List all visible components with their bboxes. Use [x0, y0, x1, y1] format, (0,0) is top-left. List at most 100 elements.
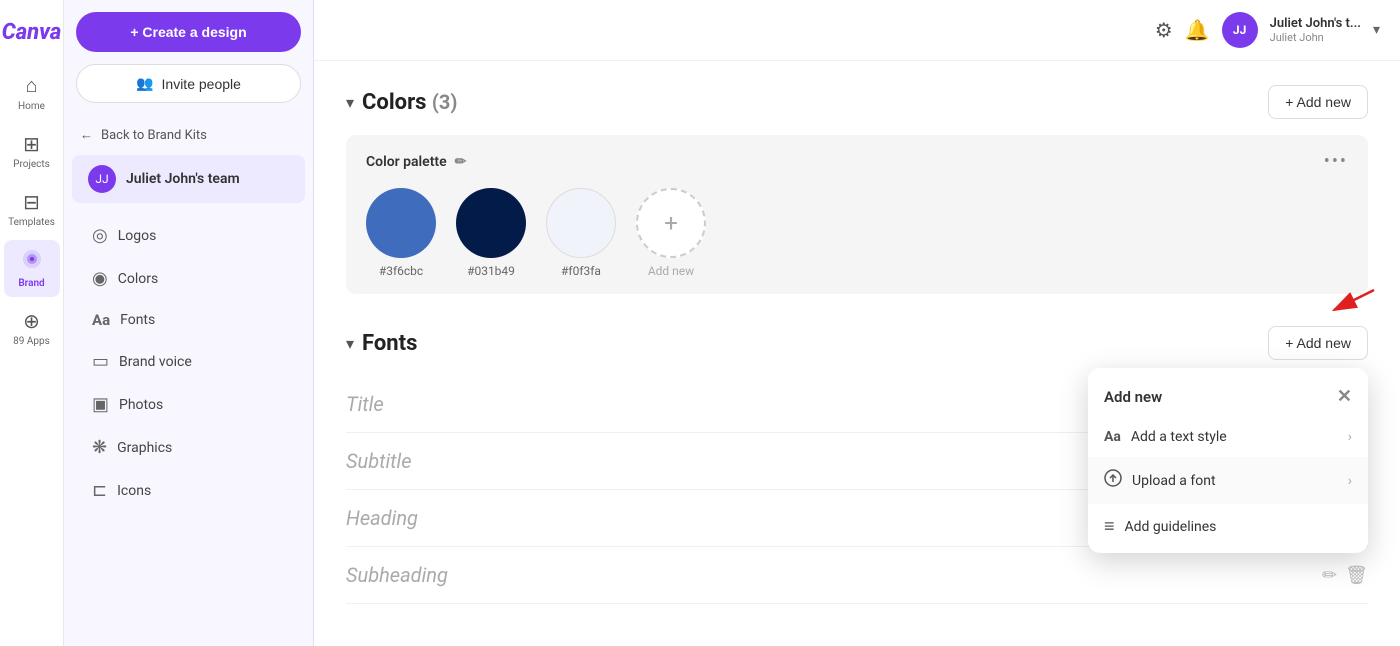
palette-card: Color palette ✏ ••• #3f6cbc #031b49 #f0f… [346, 135, 1368, 294]
fonts-add-new-button[interactable]: + Add new [1268, 326, 1368, 360]
fonts-title-wrap: ▾ Fonts [346, 331, 417, 356]
font-row-subheading: Subheading ✏ 🗑 [346, 547, 1368, 604]
upload-font-label: Upload a font [1132, 473, 1216, 489]
sidebar-item-photos[interactable]: ▣ Photos [72, 384, 305, 425]
swatch-label-3: #f0f3fa [561, 264, 601, 278]
color-swatches: #3f6cbc #031b49 #f0f3fa + Add new [366, 188, 1348, 278]
guidelines-label: Add guidelines [1125, 519, 1217, 535]
brand-icon [21, 248, 43, 275]
dropdown-item-upload-font[interactable]: Upload a font › [1088, 457, 1368, 504]
colors-add-new-button[interactable]: + Add new [1268, 85, 1368, 119]
nav-templates[interactable]: ⊟ Templates [4, 182, 60, 236]
graphics-icon: ❋ [92, 437, 107, 458]
logos-icon: ◎ [92, 225, 108, 246]
icons-icon: ⊏ [92, 480, 107, 501]
swatch-color-3[interactable] [546, 188, 616, 258]
sidebar-item-fonts[interactable]: Aa Fonts [72, 301, 305, 339]
add-new-dropdown: Add new ✕ Aa Add a text style › Upload a… [1088, 368, 1368, 553]
swatch-3: #f0f3fa [546, 188, 616, 278]
team-icon: JJ [88, 165, 116, 193]
user-sub-name: Juliet John [1270, 31, 1361, 44]
nav-apps-label: 89 Apps [13, 336, 50, 347]
upload-font-icon [1104, 469, 1122, 492]
font-subtitle-label: Subtitle [346, 449, 412, 473]
guidelines-icon: ≡ [1104, 516, 1115, 537]
palette-header: Color palette ✏ ••• [366, 151, 1348, 172]
swatch-color-1[interactable] [366, 188, 436, 258]
nav-home[interactable]: ⌂ Home [4, 65, 60, 120]
swatch-label-1: #3f6cbc [379, 264, 423, 278]
fonts-section-title: Fonts [362, 331, 417, 356]
sidebar-item-logos[interactable]: ◎ Logos [72, 215, 305, 256]
fonts-section-header: ▾ Fonts + Add new [346, 326, 1368, 360]
dropdown-header: Add new ✕ [1088, 372, 1368, 417]
back-arrow-icon: ← [80, 127, 93, 143]
brand-voice-icon: ▭ [92, 351, 109, 372]
sidebar-item-brand-voice[interactable]: ▭ Brand voice [72, 341, 305, 382]
colors-icon: ◉ [92, 268, 108, 289]
colors-title-wrap: ▾ Colors (3) [346, 90, 457, 115]
text-style-left: Aa Add a text style [1104, 429, 1227, 445]
user-display-name: Juliet John's t... [1270, 16, 1361, 31]
font-subheading-edit-button[interactable]: ✏ [1322, 565, 1337, 586]
font-subheading-actions: ✏ 🗑 [1322, 565, 1368, 586]
font-title-label: Title [346, 392, 384, 416]
upload-font-chevron: › [1348, 473, 1352, 489]
nav-projects-label: Projects [13, 159, 50, 170]
avatar: JJ [1222, 12, 1258, 48]
guidelines-left: ≡ Add guidelines [1104, 516, 1216, 537]
notifications-icon[interactable]: 🔔 [1185, 18, 1210, 42]
team-item[interactable]: JJ Juliet John's team [72, 155, 305, 203]
palette-menu-button[interactable]: ••• [1324, 151, 1348, 172]
canva-logo: Canva [2, 20, 62, 45]
nav-brand[interactable]: Brand [4, 240, 60, 297]
nav-apps[interactable]: ⊕ 89 Apps [4, 301, 60, 355]
nav-projects[interactable]: ⊞ Projects [4, 124, 60, 178]
team-label: Juliet John's team [126, 171, 240, 187]
dropdown-close-button[interactable]: ✕ [1337, 386, 1352, 407]
text-style-chevron: › [1348, 429, 1352, 445]
swatch-color-2[interactable] [456, 188, 526, 258]
add-swatch-button[interactable]: + [636, 188, 706, 258]
dropdown-item-text-style[interactable]: Aa Add a text style › [1088, 417, 1368, 457]
add-swatch-wrap: + Add new [636, 188, 706, 278]
nav-brand-label: Brand [18, 278, 44, 289]
main-content: ⚙ 🔔 JJ Juliet John's t... Juliet John ▾ … [314, 0, 1400, 646]
settings-icon[interactable]: ⚙ [1155, 18, 1173, 42]
colors-section-header: ▾ Colors (3) + Add new [346, 85, 1368, 119]
colors-collapse-icon[interactable]: ▾ [346, 93, 354, 112]
fonts-icon: Aa [92, 311, 110, 329]
font-subheading-label: Subheading [346, 563, 448, 587]
topbar: ⚙ 🔔 JJ Juliet John's t... Juliet John ▾ [314, 0, 1400, 61]
text-style-label: Add a text style [1131, 429, 1227, 445]
fonts-collapse-icon[interactable]: ▾ [346, 334, 354, 353]
invite-people-button[interactable]: 👥 Invite people [76, 64, 301, 103]
font-heading-label: Heading [346, 506, 418, 530]
user-info: Juliet John's t... Juliet John [1270, 16, 1361, 44]
colors-section-title: Colors (3) [362, 90, 457, 115]
icon-nav: Canva ⌂ Home ⊞ Projects ⊟ Templates Bran… [0, 0, 64, 646]
colors-count: (3) [432, 90, 458, 114]
back-to-brand-kits[interactable]: ← Back to Brand Kits [64, 119, 313, 151]
sidebar-item-colors[interactable]: ◉ Colors [72, 258, 305, 299]
home-icon: ⌂ [25, 73, 37, 98]
dropdown-title: Add new [1104, 388, 1162, 406]
swatch-1: #3f6cbc [366, 188, 436, 278]
font-subheading-delete-button[interactable]: 🗑 [1345, 565, 1368, 586]
sidebar-item-graphics[interactable]: ❋ Graphics [72, 427, 305, 468]
templates-icon: ⊟ [23, 190, 40, 214]
text-style-icon: Aa [1104, 429, 1121, 445]
dropdown-item-add-guidelines[interactable]: ≡ Add guidelines [1088, 504, 1368, 549]
user-menu-chevron[interactable]: ▾ [1373, 22, 1380, 38]
nav-home-label: Home [18, 101, 45, 112]
photos-icon: ▣ [92, 394, 109, 415]
sidebar: + Create a design 👥 Invite people ← Back… [64, 0, 314, 646]
create-design-button[interactable]: + Create a design [76, 12, 301, 52]
palette-edit-icon[interactable]: ✏ [455, 154, 467, 170]
sidebar-item-icons[interactable]: ⊏ Icons [72, 470, 305, 511]
swatch-2: #031b49 [456, 188, 526, 278]
projects-icon: ⊞ [23, 132, 40, 156]
nav-templates-label: Templates [8, 217, 55, 228]
swatch-label-2: #031b49 [467, 264, 515, 278]
add-swatch-label: Add new [648, 264, 694, 278]
